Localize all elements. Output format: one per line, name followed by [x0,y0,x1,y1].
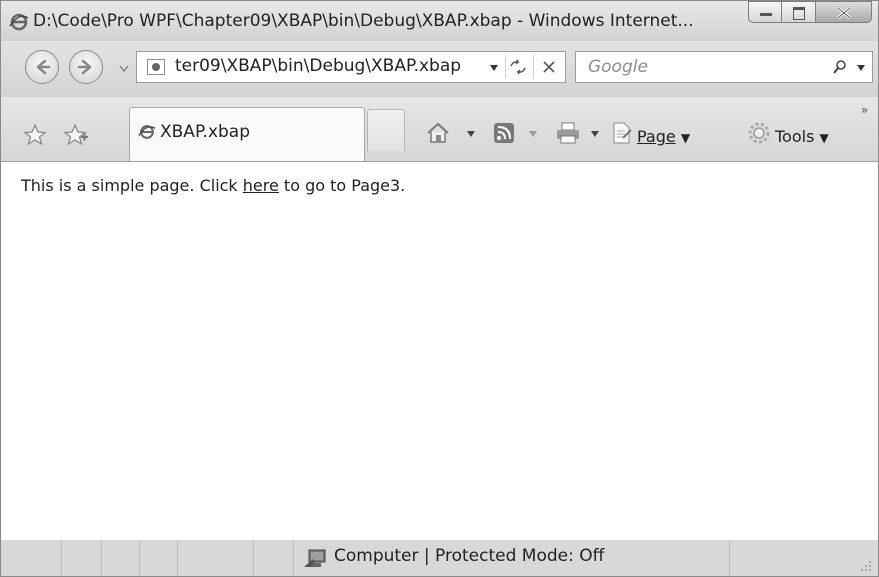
new-tab-button[interactable] [367,109,405,151]
command-bar: XBAP.xbap Page ▼ Tools ▼ » [1,97,878,161]
back-button[interactable] [25,50,59,84]
here-link[interactable]: here [243,176,279,195]
favorites-star-icon[interactable] [23,123,47,147]
text-after-link: to go to Page3. [278,176,406,195]
tools-menu-arrow-icon: ▼ [819,131,829,145]
window-controls [748,1,872,25]
forward-arrow-icon [77,59,92,75]
status-cell [61,540,102,576]
feeds-icon[interactable] [493,122,515,144]
search-box[interactable]: Google [575,51,873,83]
page-content: This is a simple page. Click here to go … [1,161,878,541]
search-options-dropdown-icon[interactable] [856,64,866,72]
status-cell [177,540,254,576]
search-icon[interactable] [832,59,848,75]
page-icon [147,59,165,75]
print-icon[interactable] [555,122,581,144]
search-input[interactable]: Google [588,57,648,77]
computer-zone-icon [304,549,326,567]
address-separator [505,55,506,79]
tools-menu-label: Tools [775,127,815,146]
text-before-link: This is a simple page. Click [21,176,243,195]
refresh-icon[interactable] [509,59,527,75]
status-bar: Computer | Protected Mode: Off [1,540,878,576]
forward-button[interactable] [69,50,103,84]
stop-icon[interactable] [542,60,556,74]
window-title: D:\Code\Pro WPF\Chapter09\XBAP\bin\Debug… [33,11,694,31]
status-cell [1,540,62,576]
status-cell [253,540,294,576]
status-cell [101,540,140,576]
tab-xbap[interactable]: XBAP.xbap [129,107,365,161]
resize-grip-icon[interactable] [860,560,872,572]
recent-pages-dropdown-icon[interactable] [119,65,129,73]
home-icon[interactable] [425,121,451,145]
zone-status-text: Computer | Protected Mode: Off [334,546,605,566]
ie-tab-icon [138,125,156,139]
maximize-button[interactable] [782,1,816,23]
close-button[interactable] [816,1,872,23]
page-text: This is a simple page. Click here to go … [21,176,405,195]
page-menu[interactable]: Page ▼ [637,127,690,146]
close-icon [837,6,851,20]
address-separator-2 [533,55,534,79]
feeds-dropdown-icon[interactable] [529,131,537,137]
tools-gear-icon [748,122,770,144]
print-dropdown-icon[interactable] [591,131,599,137]
address-input[interactable]: ter09\XBAP\bin\Debug\XBAP.xbap [175,56,461,76]
minimize-icon [760,13,772,16]
title-bar[interactable]: D:\Code\Pro WPF\Chapter09\XBAP\bin\Debug… [1,1,878,41]
back-arrow-icon [36,59,51,75]
address-dropdown-icon[interactable] [489,64,499,72]
address-bar[interactable]: ter09\XBAP\bin\Debug\XBAP.xbap [136,51,566,83]
page-menu-arrow-icon: ▼ [680,131,691,145]
ie-logo-icon [9,12,29,32]
command-bar-chevron[interactable]: » [861,103,868,117]
browser-window: D:\Code\Pro WPF\Chapter09\XBAP\bin\Debug… [0,0,879,577]
tools-menu[interactable]: Tools ▼ [775,127,829,146]
home-dropdown-icon[interactable] [467,131,475,137]
maximize-icon [793,7,805,20]
tab-label: XBAP.xbap [160,122,251,142]
page-menu-icon [613,122,632,144]
page-menu-label: Page [637,127,676,146]
add-favorites-icon[interactable] [63,123,89,147]
navigation-bar: ter09\XBAP\bin\Debug\XBAP.xbap Google [1,41,878,97]
status-cell [139,540,178,576]
minimize-button[interactable] [748,1,782,23]
